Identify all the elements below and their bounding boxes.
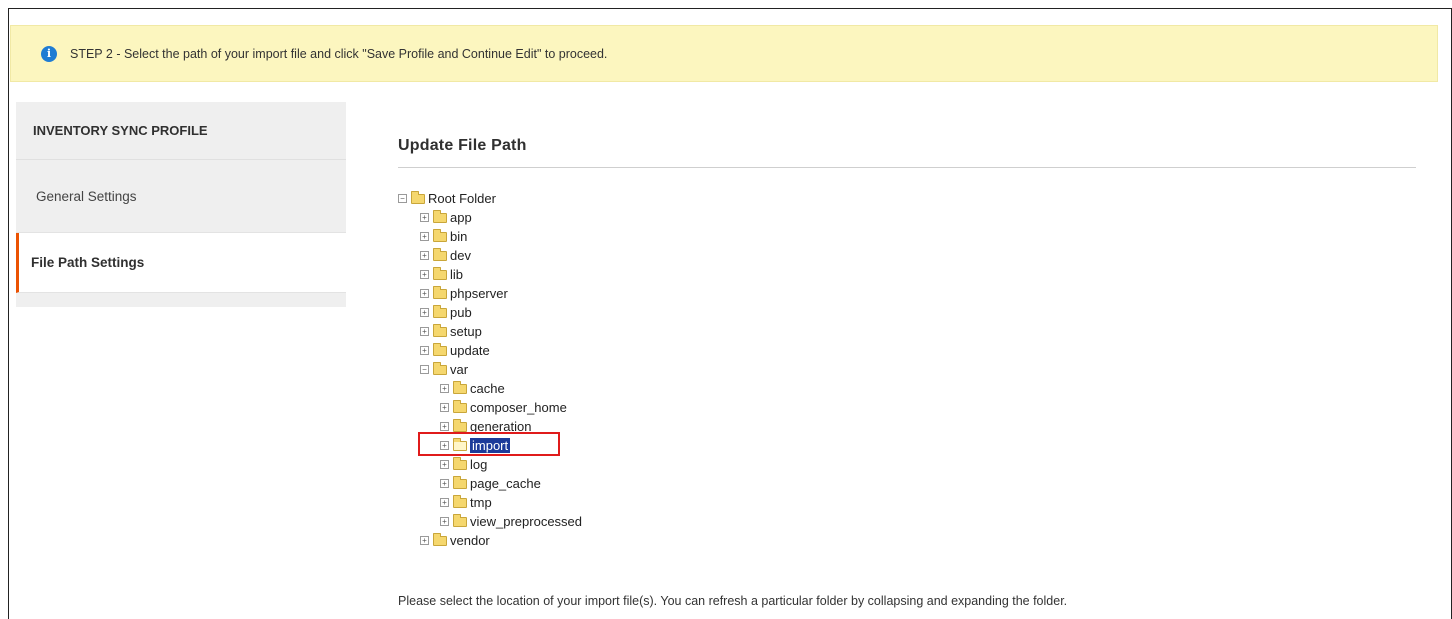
tree-node-pub[interactable]: + pub xyxy=(420,303,582,322)
folder-icon xyxy=(453,475,467,489)
folder-icon xyxy=(453,494,467,508)
folder-icon xyxy=(433,323,447,337)
tree-node-vendor[interactable]: + vendor xyxy=(420,531,582,550)
title-divider xyxy=(398,167,1416,168)
tree-node-label[interactable]: app xyxy=(450,210,472,225)
tree-node-label[interactable]: phpserver xyxy=(450,286,508,301)
step-notice: i STEP 2 - Select the path of your impor… xyxy=(10,25,1438,82)
tree-node-label[interactable]: pub xyxy=(450,305,472,320)
tree-node-lib[interactable]: + lib xyxy=(420,265,582,284)
tree-node-label[interactable]: Root Folder xyxy=(428,191,496,206)
folder-open-icon xyxy=(433,361,447,375)
expand-icon[interactable]: + xyxy=(420,308,429,317)
expand-icon[interactable]: + xyxy=(440,384,449,393)
folder-icon xyxy=(433,209,447,223)
page-title: Update File Path xyxy=(398,137,527,154)
tree-node-label[interactable]: update xyxy=(450,343,490,358)
tree-node-tmp[interactable]: + tmp xyxy=(440,493,582,512)
tree-node-var[interactable]: − var xyxy=(420,360,582,379)
page-frame xyxy=(8,8,1452,619)
tree-node-page-cache[interactable]: + page_cache xyxy=(440,474,582,493)
folder-open-icon xyxy=(411,190,425,204)
tree-node-label[interactable]: vendor xyxy=(450,533,490,548)
tree-node-label[interactable]: var xyxy=(450,362,468,377)
folder-icon xyxy=(453,399,467,413)
sidebar-item-general-settings[interactable]: General Settings xyxy=(16,160,346,233)
selection-highlight-box xyxy=(418,432,560,456)
tree-node-setup[interactable]: + setup xyxy=(420,322,582,341)
tree-node-app[interactable]: + app xyxy=(420,208,582,227)
tree-node-root[interactable]: − Root Folder xyxy=(398,189,582,208)
tree-node-update[interactable]: + update xyxy=(420,341,582,360)
expand-icon[interactable]: + xyxy=(420,536,429,545)
sidebar: INVENTORY SYNC PROFILE General Settings … xyxy=(16,102,346,307)
tree-node-label[interactable]: page_cache xyxy=(470,476,541,491)
tree-node-view-preprocessed[interactable]: + view_preprocessed xyxy=(440,512,582,531)
collapse-icon[interactable]: − xyxy=(398,194,407,203)
sidebar-item-file-path-settings[interactable]: File Path Settings xyxy=(16,233,346,293)
folder-icon xyxy=(433,285,447,299)
main-panel: Update File Path xyxy=(398,125,1416,168)
folder-icon xyxy=(433,532,447,546)
expand-icon[interactable]: + xyxy=(440,460,449,469)
tree-node-phpserver[interactable]: + phpserver xyxy=(420,284,582,303)
expand-icon[interactable]: + xyxy=(420,232,429,241)
sidebar-heading: INVENTORY SYNC PROFILE xyxy=(16,102,346,160)
expand-icon[interactable]: + xyxy=(440,517,449,526)
folder-tree: − Root Folder + app + bin + dev + lib + … xyxy=(398,189,582,550)
expand-icon[interactable]: + xyxy=(420,327,429,336)
expand-icon[interactable]: + xyxy=(440,403,449,412)
folder-icon xyxy=(453,380,467,394)
collapse-icon[interactable]: − xyxy=(420,365,429,374)
folder-icon xyxy=(453,418,467,432)
folder-icon xyxy=(453,456,467,470)
expand-icon[interactable]: + xyxy=(440,422,449,431)
expand-icon[interactable]: + xyxy=(440,498,449,507)
sidebar-footer xyxy=(16,293,346,307)
tree-node-bin[interactable]: + bin xyxy=(420,227,582,246)
tree-node-composer-home[interactable]: + composer_home xyxy=(440,398,582,417)
folder-icon xyxy=(433,342,447,356)
tree-node-label[interactable]: lib xyxy=(450,267,463,282)
tree-node-dev[interactable]: + dev xyxy=(420,246,582,265)
expand-icon[interactable]: + xyxy=(420,251,429,260)
tree-node-label[interactable]: view_preprocessed xyxy=(470,514,582,529)
folder-icon xyxy=(433,247,447,261)
tree-node-label[interactable]: composer_home xyxy=(470,400,567,415)
folder-icon xyxy=(433,304,447,318)
notice-text: STEP 2 - Select the path of your import … xyxy=(70,46,608,61)
tree-node-label[interactable]: log xyxy=(470,457,487,472)
tree-node-label[interactable]: setup xyxy=(450,324,482,339)
tree-node-cache[interactable]: + cache xyxy=(440,379,582,398)
folder-icon xyxy=(433,228,447,242)
expand-icon[interactable]: + xyxy=(420,346,429,355)
tree-node-log[interactable]: + log xyxy=(440,455,582,474)
expand-icon[interactable]: + xyxy=(420,213,429,222)
expand-icon[interactable]: + xyxy=(440,479,449,488)
info-icon: i xyxy=(41,45,57,62)
expand-icon[interactable]: + xyxy=(420,270,429,279)
folder-icon xyxy=(433,266,447,280)
tree-node-label[interactable]: tmp xyxy=(470,495,492,510)
tree-node-label[interactable]: dev xyxy=(450,248,471,263)
folder-icon xyxy=(453,513,467,527)
expand-icon[interactable]: + xyxy=(420,289,429,298)
help-text: Please select the location of your impor… xyxy=(398,594,1068,608)
tree-node-label[interactable]: bin xyxy=(450,229,467,244)
tree-node-label[interactable]: cache xyxy=(470,381,505,396)
